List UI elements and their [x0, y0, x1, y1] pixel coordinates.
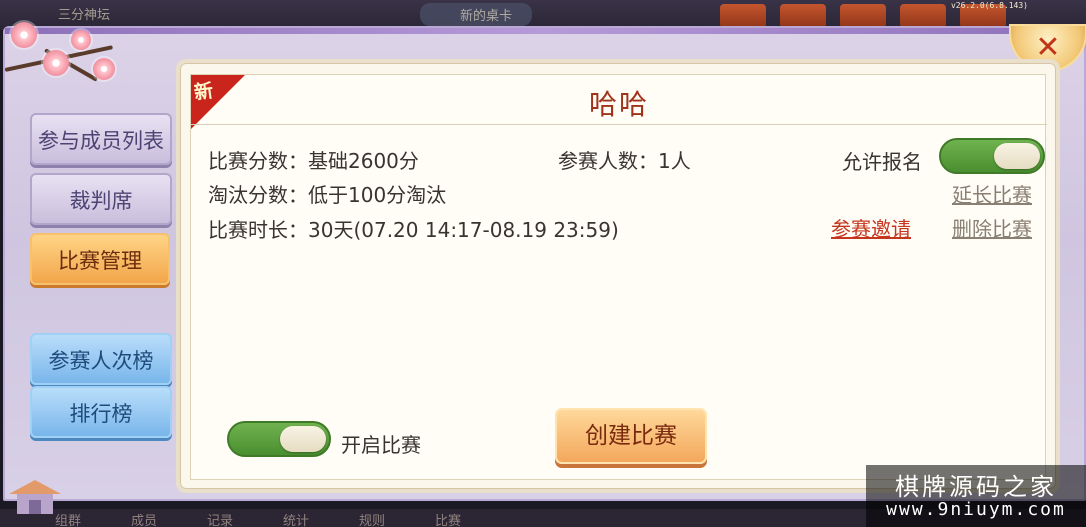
- version-label: v26.2.0(6.8.143): [950, 1, 1028, 10]
- duration-row: 比赛时长：30天(07.20 14:17-08.19 23:59): [208, 214, 619, 243]
- pagoda-icon: [9, 480, 61, 514]
- elimination-row: 淘汰分数：低于100分淘汰: [208, 179, 446, 208]
- sidebar-item-match-management[interactable]: 比赛管理: [30, 233, 170, 285]
- toggle-knob: [280, 426, 326, 452]
- sidebar-item-referee[interactable]: 裁判席: [30, 173, 172, 225]
- players-row: 参赛人数：1人: [558, 145, 691, 174]
- elimination-value: 低于100分淘汰: [308, 183, 447, 207]
- players-value: 1人: [658, 149, 691, 173]
- background-card-label: 新的桌卡: [420, 3, 533, 26]
- sidebar-item-leaderboard[interactable]: 排行榜: [30, 386, 172, 438]
- match-card: 新 哈哈 比赛分数：基础2600分 参赛人数：1人 淘汰分数：低于100分淘汰 …: [190, 74, 1047, 480]
- create-match-button[interactable]: 创建比赛: [555, 408, 707, 464]
- match-score-label: 比赛分数：: [208, 149, 308, 173]
- bottom-nav-item: 成员: [130, 514, 157, 527]
- duration-value: 30天(07.20 14:17-08.19 23:59): [308, 218, 619, 242]
- match-score-row: 比赛分数：基础2600分: [208, 145, 419, 174]
- open-match-label: 开启比赛: [341, 433, 421, 457]
- match-score-value: 基础2600分: [308, 149, 419, 173]
- players-label: 参赛人数：: [558, 149, 658, 173]
- toggle-knob: [994, 143, 1040, 169]
- background-top-label: 三分神坛: [58, 8, 111, 23]
- watermark-url: www.9niuym.com: [886, 499, 1066, 520]
- allow-signup-toggle[interactable]: [939, 138, 1045, 174]
- invite-participants-link[interactable]: 参赛邀请: [831, 213, 911, 242]
- duration-label: 比赛时长：: [208, 218, 308, 242]
- open-match-toggle[interactable]: [227, 421, 331, 457]
- extend-match-link[interactable]: 延长比赛: [952, 179, 1032, 208]
- bottom-nav-item: 规则: [358, 514, 385, 527]
- allow-signup-label: 允许报名: [842, 150, 922, 174]
- watermark-title: 棋牌源码之家: [895, 473, 1057, 501]
- bottom-nav-item: 记录: [206, 514, 233, 527]
- delete-match-link[interactable]: 删除比赛: [952, 213, 1032, 242]
- elimination-label: 淘汰分数：: [208, 183, 308, 207]
- title-divider: [191, 124, 1047, 125]
- match-title: 哈哈: [588, 88, 649, 121]
- bottom-nav-item: 比赛: [434, 514, 461, 527]
- match-panel: 新 哈哈 比赛分数：基础2600分 参赛人数：1人 淘汰分数：低于100分淘汰 …: [176, 59, 1060, 493]
- watermark: 棋牌源码之家 www.9niuym.com: [866, 465, 1086, 527]
- sidebar-item-participants[interactable]: 参与成员列表: [30, 113, 172, 165]
- plum-blossom-decoration: [4, 22, 145, 108]
- sidebar-item-participation-ranking[interactable]: 参赛人次榜: [30, 333, 172, 385]
- bottom-nav-item: 统计: [282, 514, 309, 527]
